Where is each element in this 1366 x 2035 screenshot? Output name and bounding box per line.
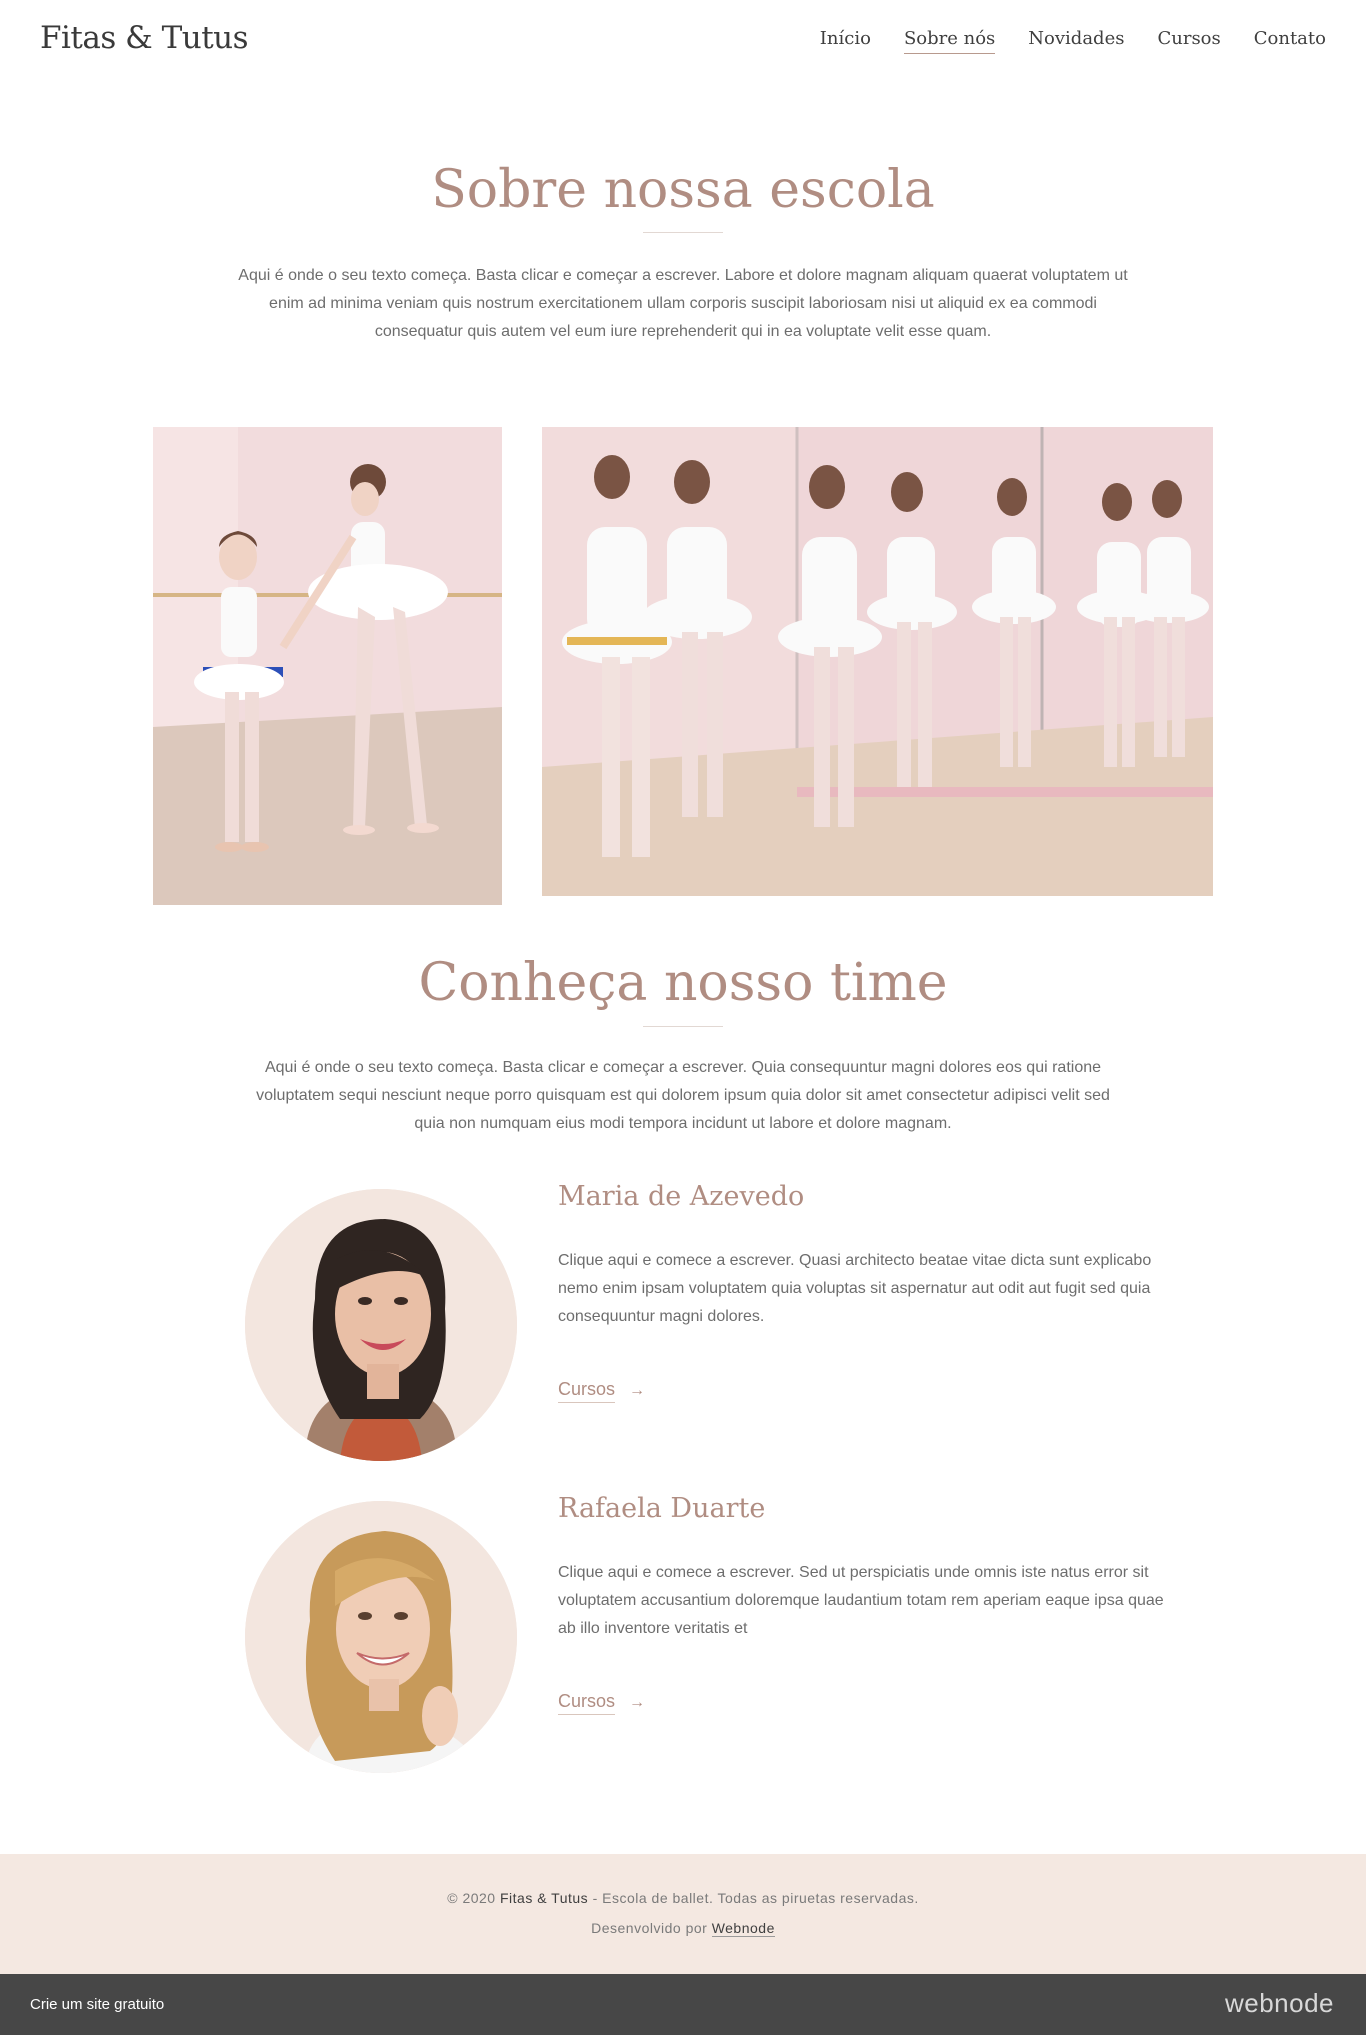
- team-title: Conheça nosso time: [418, 953, 948, 1013]
- member-avatar-rafaela: [245, 1501, 517, 1773]
- nav-item-sobre-nos[interactable]: Sobre nós: [903, 28, 996, 54]
- member-link-label: Cursos: [558, 1379, 616, 1403]
- copyright-text: - Escola de ballet. Todas as piruetas re…: [592, 1890, 919, 1906]
- member-text-rafaela: Clique aqui e comece a escrever. Sed ut …: [558, 1564, 1164, 1637]
- copyright-year: © 2020: [447, 1890, 496, 1906]
- about-text: Aqui é onde o seu texto começa. Basta cl…: [238, 267, 1128, 340]
- site-footer: © 2020 Fitas & Tutus - Escola de ballet.…: [0, 1854, 1366, 1974]
- nav-item-contato[interactable]: Contato: [1254, 28, 1326, 54]
- member-link-rafaela-cursos[interactable]: Cursos →: [558, 1691, 645, 1715]
- nav-item-cursos[interactable]: Cursos: [1157, 28, 1220, 54]
- member-text-maria: Clique aqui e comece a escrever. Quasi a…: [558, 1252, 1152, 1325]
- member-avatar-maria: [245, 1189, 517, 1461]
- team-title-divider: [643, 1026, 723, 1027]
- member-name-maria: Maria de Azevedo: [558, 1181, 805, 1212]
- site-logo[interactable]: Fitas & Tutus: [40, 20, 249, 56]
- footer-brand: Fitas & Tutus: [499, 1890, 589, 1906]
- member-link-maria-cursos[interactable]: Cursos →: [558, 1379, 645, 1403]
- webnode-link[interactable]: Webnode: [711, 1920, 775, 1937]
- ballet-class-photo: [542, 427, 1213, 896]
- member-link-label: Cursos: [558, 1691, 616, 1715]
- member-name-rafaela: Rafaela Duarte: [558, 1493, 766, 1524]
- create-site-link[interactable]: Crie um site gratuito: [30, 1996, 164, 2013]
- arrow-right-icon: →: [629, 1382, 646, 1399]
- about-title: Sobre nossa escola: [431, 160, 935, 220]
- nav-item-novidades[interactable]: Novidades: [1028, 28, 1124, 54]
- footer-developed-by: Desenvolvido por Webnode: [0, 1920, 1366, 1937]
- webnode-bar: Crie um site gratuito webnode: [0, 1974, 1366, 2035]
- team-text: Aqui é onde o seu texto começa. Basta cl…: [256, 1059, 1110, 1132]
- arrow-right-icon: →: [629, 1694, 646, 1711]
- about-title-divider: [643, 232, 723, 233]
- teacher-student-photo: [153, 427, 502, 905]
- developed-by-label: Desenvolvido por: [591, 1920, 708, 1936]
- site-header: Fitas & Tutus Início Sobre nós Novidades…: [0, 0, 1366, 84]
- footer-copyright: © 2020 Fitas & Tutus - Escola de ballet.…: [0, 1890, 1366, 1906]
- main-nav: Início Sobre nós Novidades Cursos Contat…: [820, 28, 1326, 54]
- nav-item-inicio[interactable]: Início: [820, 28, 871, 54]
- webnode-logo[interactable]: webnode: [1225, 1988, 1334, 2019]
